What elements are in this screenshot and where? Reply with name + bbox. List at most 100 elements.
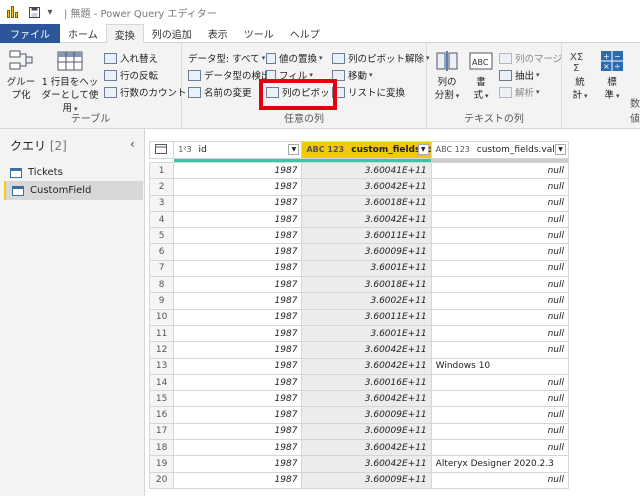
unpivot-columns-button[interactable]: 列のピボット解除 ▾ <box>332 51 430 65</box>
collapse-pane-icon[interactable]: ‹ <box>130 137 135 151</box>
split-column-button[interactable]: 列の 分割 ▾ <box>431 49 463 103</box>
table-row[interactable]: 19 1987 3.60042E+11 Alteryx Designer 2020.2… <box>149 455 570 473</box>
cell-id[interactable]: 1987 <box>173 357 303 375</box>
column-header-id[interactable]: 1²3 id ▼ <box>173 141 303 159</box>
cell-custom-fields-value[interactable]: null <box>430 406 570 424</box>
cell-custom-fields-value[interactable]: null <box>430 341 570 359</box>
cell-custom-fields-value[interactable]: Windows 10 <box>430 357 570 375</box>
cell-custom-fields-value[interactable]: null <box>430 324 570 343</box>
table-row[interactable]: 16 1987 3.60009E+11 null <box>149 406 570 424</box>
cell-custom-fields-id[interactable]: 3.60018E+11 <box>301 276 432 294</box>
cell-id[interactable]: 1987 <box>173 422 303 441</box>
table-row[interactable]: 2 1987 3.60042E+11 null <box>149 178 570 196</box>
cell-id[interactable]: 1987 <box>173 259 303 278</box>
tab-file[interactable]: ファイル <box>0 24 60 43</box>
table-row[interactable]: 18 1987 3.60042E+11 null <box>149 439 570 457</box>
tab-tools[interactable]: ツール <box>236 24 282 43</box>
cell-custom-fields-id[interactable]: 3.60042E+11 <box>301 455 432 473</box>
cell-id[interactable]: 1987 <box>173 324 303 343</box>
whole-number-type-icon[interactable]: 1²3 <box>178 145 191 154</box>
cell-id[interactable]: 1987 <box>173 390 303 408</box>
cell-custom-fields-id[interactable]: 3.60011E+11 <box>301 308 432 326</box>
cell-id[interactable]: 1987 <box>173 439 303 457</box>
cell-custom-fields-value[interactable]: null <box>430 243 570 261</box>
parse-button[interactable]: 解析 ▾ <box>499 85 540 99</box>
table-menu-corner[interactable] <box>149 141 175 159</box>
cell-custom-fields-id[interactable]: 3.60042E+11 <box>301 178 432 196</box>
cell-id[interactable]: 1987 <box>173 406 303 424</box>
table-row[interactable]: 14 1987 3.60016E+11 null <box>149 373 570 392</box>
format-button[interactable]: ABC 書 式 ▾ <box>465 49 497 103</box>
tab-view[interactable]: 表示 <box>200 24 236 43</box>
cell-custom-fields-value[interactable]: null <box>430 178 570 196</box>
table-row[interactable]: 12 1987 3.60042E+11 null <box>149 341 570 359</box>
cell-id[interactable]: 1987 <box>173 292 303 310</box>
extract-button[interactable]: 抽出 ▾ <box>499 68 540 82</box>
replace-values-button[interactable]: 値の置換 ▾ <box>266 51 323 65</box>
tab-home[interactable]: ホーム <box>60 24 106 43</box>
cell-custom-fields-id[interactable]: 3.6001E+11 <box>301 259 432 278</box>
table-row[interactable]: 20 1987 3.60009E+11 null <box>149 471 570 489</box>
cell-custom-fields-id[interactable]: 3.60042E+11 <box>301 439 432 457</box>
query-item-customfield[interactable]: CustomField <box>4 181 143 200</box>
tab-transform[interactable]: 変換 <box>105 24 144 43</box>
cell-custom-fields-id[interactable]: 3.60011E+11 <box>301 227 432 245</box>
table-row[interactable]: 8 1987 3.60018E+11 null <box>149 276 570 294</box>
filter-dropdown-icon[interactable]: ▼ <box>417 144 429 155</box>
cell-custom-fields-value[interactable]: null <box>430 308 570 326</box>
cell-custom-fields-id[interactable]: 3.60009E+11 <box>301 422 432 441</box>
cell-custom-fields-value[interactable]: null <box>430 194 570 212</box>
rename-button[interactable]: 名前の変更 <box>188 85 252 99</box>
filter-dropdown-icon[interactable]: ▼ <box>555 144 566 155</box>
cell-id[interactable]: 1987 <box>173 471 303 489</box>
cell-custom-fields-value[interactable]: null <box>430 259 570 278</box>
cell-id[interactable]: 1987 <box>173 161 303 180</box>
cell-custom-fields-id[interactable]: 3.60009E+11 <box>301 406 432 424</box>
save-icon[interactable] <box>28 6 40 18</box>
table-row[interactable]: 1 1987 3.60041E+11 null <box>149 161 570 180</box>
cell-custom-fields-value[interactable]: null <box>430 390 570 408</box>
table-row[interactable]: 15 1987 3.60042E+11 null <box>149 390 570 408</box>
table-row[interactable]: 10 1987 3.60011E+11 null <box>149 308 570 326</box>
cell-id[interactable]: 1987 <box>173 308 303 326</box>
convert-to-list-button[interactable]: リストに変換 <box>332 85 405 99</box>
statistics-button[interactable]: XΣ Σ 統 計 ▾ <box>566 49 594 103</box>
cell-custom-fields-id[interactable]: 3.60016E+11 <box>301 373 432 392</box>
group-by-button[interactable]: グルー プ化 <box>6 49 36 102</box>
cell-custom-fields-value[interactable]: null <box>430 210 570 229</box>
cell-custom-fields-id[interactable]: 3.6002E+11 <box>301 292 432 310</box>
cell-custom-fields-id[interactable]: 3.60042E+11 <box>301 390 432 408</box>
cell-custom-fields-id[interactable]: 3.60009E+11 <box>301 243 432 261</box>
cell-custom-fields-id[interactable]: 3.60018E+11 <box>301 194 432 212</box>
cell-custom-fields-value[interactable]: null <box>430 161 570 180</box>
table-row[interactable]: 9 1987 3.6002E+11 null <box>149 292 570 310</box>
cell-custom-fields-value[interactable]: null <box>430 227 570 245</box>
table-row[interactable]: 5 1987 3.60011E+11 null <box>149 227 570 245</box>
cell-custom-fields-id[interactable]: 3.60041E+11 <box>301 161 432 180</box>
move-button[interactable]: 移動 ▾ <box>332 68 373 82</box>
table-row[interactable]: 7 1987 3.6001E+11 null <box>149 259 570 278</box>
use-first-row-as-headers-button[interactable]: 1 行目をヘッ ダーとして使用 ▾ <box>40 49 100 116</box>
any-type-icon[interactable]: ABC 123 <box>306 145 344 154</box>
cell-custom-fields-id[interactable]: 3.60042E+11 <box>301 210 432 229</box>
any-type-icon[interactable]: ABC 123 <box>436 145 470 154</box>
cell-id[interactable]: 1987 <box>173 227 303 245</box>
cell-custom-fields-value[interactable]: null <box>430 292 570 310</box>
cell-id[interactable]: 1987 <box>173 373 303 392</box>
table-row[interactable]: 4 1987 3.60042E+11 null <box>149 210 570 229</box>
data-type-dropdown[interactable]: データ型: すべて ▾ <box>188 51 265 65</box>
table-row[interactable]: 17 1987 3.60009E+11 null <box>149 422 570 441</box>
query-item-tickets[interactable]: Tickets <box>4 163 143 182</box>
reverse-rows-button[interactable]: 行の反転 <box>104 68 158 82</box>
cell-custom-fields-value[interactable]: null <box>430 422 570 441</box>
tab-add-column[interactable]: 列の追加 <box>144 24 200 43</box>
merge-columns-button[interactable]: 列のマージ <box>499 51 562 65</box>
table-row[interactable]: 11 1987 3.6001E+11 null <box>149 324 570 343</box>
transpose-button[interactable]: 入れ替え <box>104 51 158 65</box>
cell-id[interactable]: 1987 <box>173 210 303 229</box>
cell-custom-fields-id[interactable]: 3.60042E+11 <box>301 357 432 375</box>
cell-custom-fields-value[interactable]: Alteryx Designer 2020.2.3 <box>430 455 570 473</box>
cell-custom-fields-id[interactable]: 3.60009E+11 <box>301 471 432 489</box>
table-row[interactable]: 3 1987 3.60018E+11 null <box>149 194 570 212</box>
cell-id[interactable]: 1987 <box>173 455 303 473</box>
